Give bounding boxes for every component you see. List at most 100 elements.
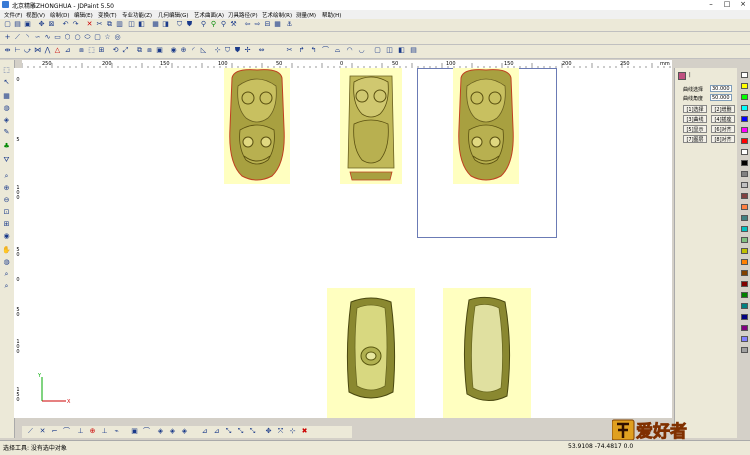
color-swatch[interactable]	[741, 347, 748, 353]
menu-draw[interactable]: 绘制(D)	[50, 11, 70, 19]
fill-icon[interactable]: ⛛	[2, 156, 11, 165]
frame-d-icon[interactable]: ▤	[409, 46, 418, 55]
open-icon[interactable]: ▤	[13, 20, 22, 29]
view-3d-icon[interactable]: ◧	[137, 20, 146, 29]
star-icon[interactable]: ☆	[103, 33, 112, 42]
point-icon[interactable]: +	[3, 33, 12, 42]
shield-3-icon[interactable]: ⛉	[223, 46, 232, 55]
arc-icon[interactable]: ◝	[23, 33, 32, 42]
snap-edge-icon[interactable]: ⊿	[212, 427, 221, 436]
snap-grid-icon[interactable]: ◈	[168, 427, 177, 436]
array-icon[interactable]: ⊞	[97, 46, 106, 55]
fillet-icon[interactable]: ◜	[189, 46, 198, 55]
curve-icon[interactable]: ∽	[33, 33, 42, 42]
menu-view[interactable]: 视图(V)	[26, 11, 45, 19]
curve-f-icon[interactable]: ◡	[357, 46, 366, 55]
menu-file[interactable]: 文件(F)	[4, 11, 22, 19]
color-swatch[interactable]	[741, 237, 748, 243]
maximize-button[interactable]: □	[720, 0, 734, 9]
snap-line-icon[interactable]: ⟋	[26, 427, 35, 436]
snap-perp-icon[interactable]: ⊥	[76, 427, 85, 436]
node-icon[interactable]: ⇹	[3, 46, 12, 55]
offset-icon[interactable]: ⊿	[63, 46, 72, 55]
panel-button[interactable]: [4]插座	[711, 115, 735, 123]
drawing-canvas[interactable]: Y X	[22, 68, 672, 418]
ellipse-icon[interactable]: ⬭	[83, 33, 92, 42]
arrow-right-icon[interactable]: ⇨	[253, 20, 262, 29]
paste-icon[interactable]: ▥	[115, 20, 124, 29]
spline-icon[interactable]: ∿	[43, 33, 52, 42]
snap-arrow-3-icon[interactable]: ⤡	[248, 427, 257, 436]
frame-c-icon[interactable]: ◧	[397, 46, 406, 55]
scissors-icon[interactable]: ✂	[285, 46, 294, 55]
curve-b-icon[interactable]: ↰	[309, 46, 318, 55]
node-edit-icon[interactable]: ↖	[2, 78, 11, 87]
relief-carving-back[interactable]	[340, 68, 402, 184]
snap-tangent-icon[interactable]: ⊥	[100, 427, 109, 436]
line-icon[interactable]: ⟋	[13, 33, 22, 42]
zoom-window-icon[interactable]: ⊡	[2, 208, 11, 217]
spiral-icon[interactable]: ◎	[113, 33, 122, 42]
color-icon[interactable]: ◈	[2, 116, 11, 125]
snap-quad-icon[interactable]: ◈	[156, 427, 165, 436]
lock-icon[interactable]: ▣	[155, 46, 164, 55]
color-swatch[interactable]	[741, 105, 748, 111]
color-swatch[interactable]	[741, 204, 748, 210]
menu-toolpath[interactable]: 刀具路径(P)	[228, 11, 258, 19]
menu-help[interactable]: 帮助(H)	[322, 11, 341, 19]
rectangle-icon[interactable]: ▭	[53, 33, 62, 42]
panel-button[interactable]: [5]显示	[683, 125, 707, 133]
trim-icon[interactable]: ⊢	[13, 46, 22, 55]
curve-select-input[interactable]: 30.000	[710, 85, 732, 92]
join-icon[interactable]: ⋀	[43, 46, 52, 55]
zoom-all-icon[interactable]: ⊞	[2, 220, 11, 229]
menu-art-surface[interactable]: 艺术曲面(A)	[194, 11, 224, 19]
arrow-left-icon[interactable]: ⇦	[243, 20, 252, 29]
redo-icon[interactable]: ↷	[71, 20, 80, 29]
zoom-icon[interactable]: ⌕	[2, 172, 11, 181]
menu-measure[interactable]: 测量(M)	[296, 11, 316, 19]
align-icon[interactable]: ⬚	[87, 46, 96, 55]
menu-transform[interactable]: 变换(T)	[98, 11, 117, 19]
color-swatch[interactable]	[741, 259, 748, 265]
minimize-button[interactable]: –	[704, 0, 718, 9]
polygon-icon[interactable]: ⬡	[63, 33, 72, 42]
zoom-out-icon[interactable]: ⊖	[2, 196, 11, 205]
select-box-icon[interactable]: ⊠	[47, 20, 56, 29]
color-swatch[interactable]	[741, 160, 748, 166]
curve-e-icon[interactable]: ◠	[345, 46, 354, 55]
snap-move-icon[interactable]: ✥	[264, 427, 273, 436]
color-swatch[interactable]	[741, 226, 748, 232]
curve-d-icon[interactable]: ⌓	[333, 46, 342, 55]
snap-mid-icon[interactable]: ⌁	[112, 427, 121, 436]
panel-button[interactable]: [8]对齐	[711, 135, 735, 143]
eye-icon[interactable]: ◉	[2, 232, 11, 241]
tool-icon[interactable]: ⚒	[229, 20, 238, 29]
rotate-icon[interactable]: ⟲	[111, 46, 120, 55]
shield-4-icon[interactable]: ⛊	[233, 46, 242, 55]
pin-icon[interactable]: ⚲	[199, 20, 208, 29]
color-swatch[interactable]	[741, 336, 748, 342]
color-swatch[interactable]	[741, 171, 748, 177]
frame-a-icon[interactable]: ▢	[373, 46, 382, 55]
snap-end-icon[interactable]: ⌐	[50, 427, 59, 436]
color-swatch[interactable]	[741, 281, 748, 287]
triangle-icon[interactable]: △	[53, 46, 62, 55]
color-swatch[interactable]	[741, 215, 748, 221]
pin-green-icon[interactable]: ⚲	[209, 20, 218, 29]
move-icon[interactable]: ✥	[37, 20, 46, 29]
menu-edit[interactable]: 编辑(E)	[74, 11, 93, 19]
delete-icon[interactable]: ✕	[85, 20, 94, 29]
snap-arrow-icon[interactable]: ⤡	[224, 427, 233, 436]
copy-icon[interactable]: ⧉	[105, 20, 114, 29]
snap-icon[interactable]: ⊹	[213, 46, 222, 55]
snap-point-icon[interactable]: ▣	[130, 427, 139, 436]
break-icon[interactable]: ⋈	[33, 46, 42, 55]
grid-icon[interactable]: ▦	[273, 20, 282, 29]
snap-cross-icon[interactable]: ✕	[38, 427, 47, 436]
box-icon[interactable]: ▦	[151, 20, 160, 29]
shield-2-icon[interactable]: ⛊	[185, 20, 194, 29]
anchor-icon[interactable]: ⚓	[285, 20, 294, 29]
close-button[interactable]: ×	[736, 0, 750, 9]
curve-angle-input[interactable]: 50.000	[710, 94, 732, 101]
